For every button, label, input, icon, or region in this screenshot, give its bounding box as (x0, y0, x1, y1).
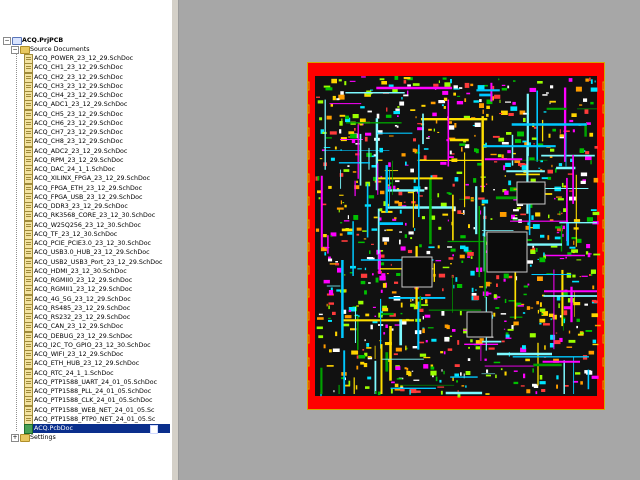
schematic-document-label: ACQ_ETH_HUB_23_12_29.SchDoc (34, 360, 140, 368)
collapse-icon[interactable]: − (3, 37, 11, 45)
schematic-document-label: ACQ_I2C_TO_GPIO_23_12_30.SchDoc (34, 341, 151, 349)
schematic-document-label: ACQ_CH6_23_12_29.SchDoc (34, 119, 123, 127)
schematic-document-label: ACQ_RGMII1_23_12_29.SchDoc (34, 286, 133, 294)
schematic-document-label: ACQ_DAC_24_1_1.SchDoc (34, 166, 116, 173)
schematic-document-label: ACQ_DEBUG_23_12_29.SchDoc (34, 332, 133, 340)
schematic-document-label: ACQ_PTP1588_WEB_NET_24_01_05.Sc (34, 406, 155, 414)
open-document-icon (150, 425, 158, 434)
schematic-document-label: ACQ_PTP1588_PTP0_NET_24_01_05.Sc (34, 415, 156, 423)
schematic-document-label: ACQ_CH2_23_12_29.SchDoc (34, 73, 123, 81)
project-icon (12, 37, 22, 45)
settings-label: Settings (30, 434, 56, 441)
schematic-document-label: ACQ_TF_23_12_30.SchDoc (34, 230, 118, 238)
schematic-document-label: ACQ_RS485_23_12_29.SchDoc (34, 304, 131, 312)
schematic-document-label: ACQ_WIFI_23_12_29.SchDoc (34, 351, 124, 358)
project-name: ACQ.PrjPCB (22, 37, 64, 44)
schematic-document-label: ACQ_W25Q256_23_12_30.SchDoc (34, 221, 142, 229)
schematic-document-label: ACQ_USB2_USB3_Port_23_12_29.SchDoc (34, 258, 163, 266)
schematic-document-label: ACQ_FPGA_ETH_23_12_29.SchDoc (34, 184, 143, 192)
pcb-document-view[interactable] (179, 0, 640, 480)
schematic-document-label: ACQ_CH8_23_12_29.SchDoc (34, 138, 123, 146)
tree-guide-line (16, 53, 17, 431)
schematic-document-label: ACQ_POWER_23_12_29.SchDoc (34, 55, 134, 62)
pcb-board[interactable] (307, 62, 605, 410)
schematic-document-label: ACQ_RPM_23_12_29.SchDoc (34, 156, 124, 164)
schematic-document-label: ACQ_PCIE_PCIE3.0_23_12_30.SchDoc (34, 240, 152, 247)
schematic-document-label: ACQ_PTP1588_PLL_24_01_05.SchDoc (34, 388, 152, 395)
pcb-traces (307, 76, 605, 398)
schematic-document-label: ACQ_ADC2_23_12_29.SchDoc (34, 147, 128, 155)
pcb-document-label: ACQ.PcbDoc (34, 425, 73, 432)
folder-label: Source Documents (30, 46, 90, 53)
schematic-document-label: ACQ_CH1_23_12_29.SchDoc (34, 64, 123, 72)
schematic-document-label: ACQ_PTP1588_CLK_24_01_05.SchDoc (34, 397, 153, 405)
schematic-document-label: ACQ_XILINX_FPGA_23_12_29.SchDoc (34, 175, 151, 183)
expand-icon[interactable]: + (11, 434, 19, 442)
collapse-icon[interactable]: − (11, 46, 19, 54)
schematic-document-label: ACQ_CH4_23_12_29.SchDoc (34, 92, 123, 99)
schematic-document-label: ACQ_CH3_23_12_29.SchDoc (34, 82, 123, 90)
projects-panel[interactable]: − ACQ.PrjPCB − Source Documents ACQ_POWE… (0, 0, 173, 480)
folder-icon (20, 46, 30, 54)
schematic-document-label: ACQ_FPGA_USB_23_12_29.SchDoc (34, 193, 143, 201)
schematic-document-label: ACQ_DDR3_23_12_29.SchDoc (34, 203, 128, 210)
panel-splitter[interactable] (172, 0, 179, 480)
schematic-document-label: ACQ_ADC1_23_12_29.SchDoc (34, 101, 128, 109)
schematic-document-label: ACQ_RK3568_CORE_23_12_30.SchDoc (34, 212, 156, 220)
schematic-document-label: ACQ_RS232_23_12_29.SchDoc (34, 314, 131, 321)
schematic-document-label: ACQ_USB3.0_HUB_23_12_29.SchDoc (34, 249, 150, 257)
pcb-layout-canvas[interactable] (307, 62, 605, 410)
schematic-document-label: ACQ_CH5_23_12_29.SchDoc (34, 110, 123, 118)
schematic-document-label: ACQ_HDMI_23_12_30.SchDoc (34, 267, 127, 275)
schematic-document-label: ACQ_RGMII0_23_12_29.SchDoc (34, 277, 133, 284)
pcb-document-item[interactable]: ACQ.PcbDoc (24, 424, 170, 434)
schematic-document-label: ACQ_4G_5G_23_12_29.SchDoc (34, 295, 131, 303)
schematic-document-label: ACQ_RTC_24_1_1.SchDoc (34, 369, 114, 377)
schematic-document-label: ACQ_PTP1588_UART_24_01_05.SchDoc (34, 378, 158, 386)
schematic-document-label: ACQ_CAN_23_12_29.SchDoc (34, 323, 124, 331)
schematic-document-label: ACQ_CH7_23_12_29.SchDoc (34, 129, 123, 136)
folder-icon (20, 434, 30, 442)
